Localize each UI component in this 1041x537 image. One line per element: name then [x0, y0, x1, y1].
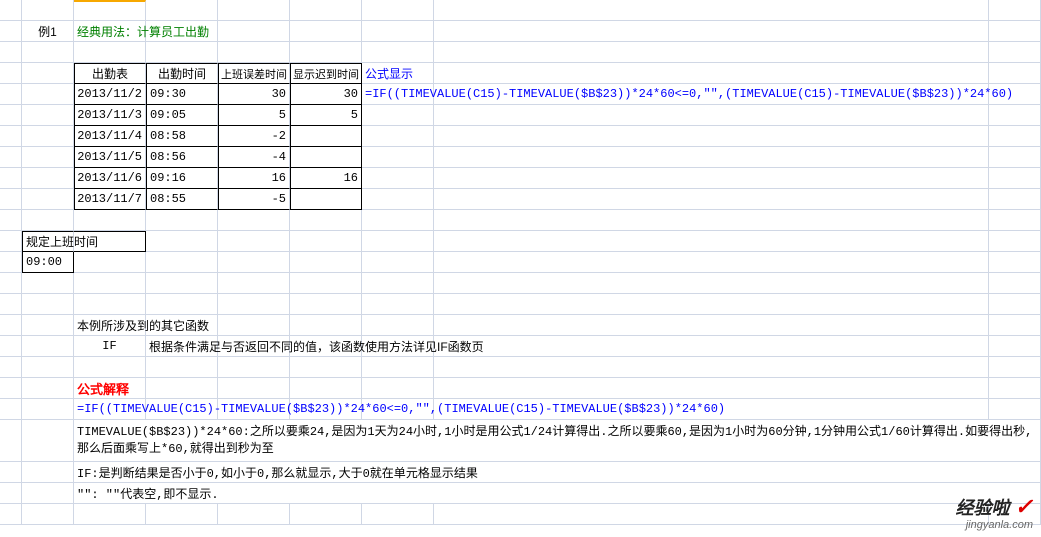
th-diff: 上班误差时间 [218, 63, 290, 84]
func-name: IF [74, 336, 146, 357]
cell-date[interactable]: 2013/11/5 [74, 147, 146, 168]
cell-date[interactable]: 2013/11/4 [74, 126, 146, 147]
cell-time[interactable]: 08:58 [146, 126, 218, 147]
watermark-brand: 经验啦 [956, 498, 1010, 518]
th-time: 出勤时间 [146, 63, 218, 84]
cell-diff[interactable]: -2 [218, 126, 290, 147]
cell-diff[interactable]: -4 [218, 147, 290, 168]
cell-diff[interactable]: 30 [218, 84, 290, 105]
func-desc: 根据条件满足与否返回不同的值，该函数使用方法详见IF函数页 [146, 336, 218, 357]
explanation-formula: =IF((TIMEVALUE(C15)-TIMEVALUE($B$23))*24… [74, 399, 146, 420]
cell-time[interactable]: 08:56 [146, 147, 218, 168]
explanation-line3: "": ""代表空,即不显示. [74, 483, 1041, 504]
cell-date[interactable]: 2013/11/3 [74, 105, 146, 126]
explanation-line2: IF:是判断结果是否小于0,如小于0,那么就显示,大于0就在单元格显示结果 [74, 462, 1041, 483]
cell-time[interactable]: 09:16 [146, 168, 218, 189]
cell-date[interactable]: 2013/11/7 [74, 189, 146, 210]
explanation-header: 公式解释 [74, 378, 146, 399]
example-label: 例1 [22, 21, 74, 42]
cell-late[interactable]: 30 [290, 84, 362, 105]
th-late: 显示迟到时间 [290, 63, 362, 84]
cell-date[interactable]: 2013/11/6 [74, 168, 146, 189]
cell-diff[interactable]: -5 [218, 189, 290, 210]
work-time-label: 规定上班时间 [22, 231, 74, 252]
spreadsheet-grid[interactable]: 例1 经典用法：计算员工出勤 出勤表 出勤时间 上班误差时间 显示迟到时间 公式… [0, 0, 1041, 525]
formula-header: 公式显示 [362, 63, 434, 84]
cell-late[interactable]: 5 [290, 105, 362, 126]
watermark: 经验啦 ✓ jingyanla.com [956, 495, 1033, 531]
cell-late[interactable] [290, 126, 362, 147]
cell-diff[interactable]: 5 [218, 105, 290, 126]
other-funcs-header: 本例所涉及到的其它函数 [74, 315, 146, 336]
explanation-line1: TIMEVALUE($B$23))*24*60:之所以要乘24,是因为1天为24… [74, 420, 1041, 462]
cell-diff[interactable]: 16 [218, 168, 290, 189]
work-time-value[interactable]: 09:00 [22, 252, 74, 273]
cell-time[interactable]: 09:05 [146, 105, 218, 126]
cell-late[interactable] [290, 147, 362, 168]
cell-late[interactable] [290, 189, 362, 210]
formula-display[interactable]: =IF((TIMEVALUE(C15)-TIMEVALUE($B$23))*24… [362, 84, 434, 105]
cell-date[interactable]: 2013/11/2 [74, 84, 146, 105]
classic-usage: 经典用法：计算员工出勤 [74, 21, 146, 42]
cell-time[interactable]: 08:55 [146, 189, 218, 210]
th-date: 出勤表 [74, 63, 146, 84]
check-icon: ✓ [1015, 494, 1033, 519]
cell-time[interactable]: 09:30 [146, 84, 218, 105]
cell-late[interactable]: 16 [290, 168, 362, 189]
watermark-domain: jingyanla.com [956, 519, 1033, 531]
